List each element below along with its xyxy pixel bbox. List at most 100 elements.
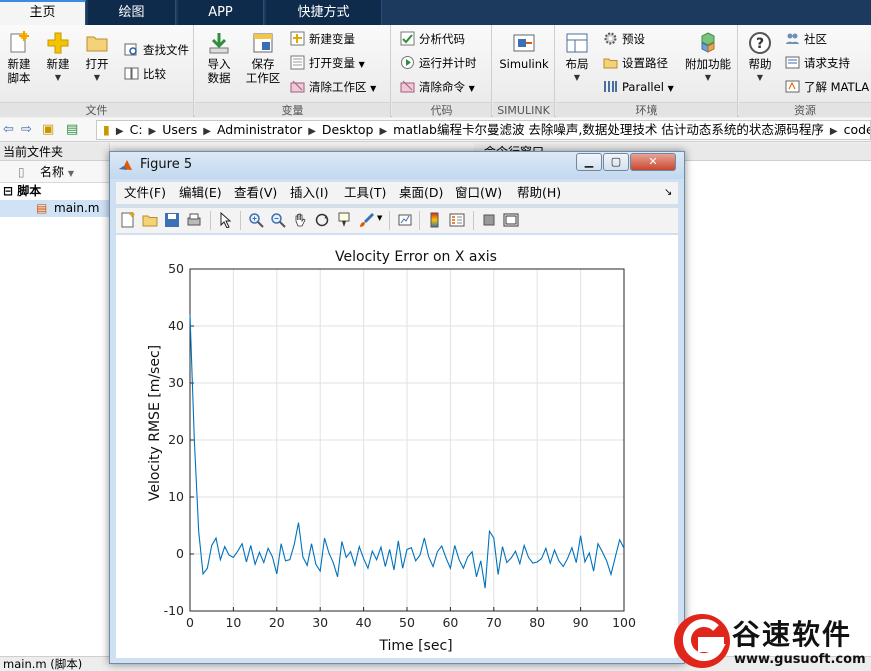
menu-desktop[interactable]: 桌面(D) xyxy=(399,182,443,204)
tab-shortcuts[interactable]: 快捷方式 xyxy=(266,0,382,25)
run-and-time-button[interactable]: 运行并计时 xyxy=(400,53,477,73)
new-script-button[interactable]: 新建 脚本 xyxy=(0,29,38,99)
menu-dock-arrow-icon[interactable]: ↘ xyxy=(664,182,672,204)
column-header-name[interactable]: ▯ 名称 ▼ xyxy=(0,161,109,183)
help-button[interactable]: ? 帮助 ▼ xyxy=(741,29,779,99)
toolbar-divider xyxy=(473,211,474,230)
menu-view[interactable]: 查看(V) xyxy=(234,182,277,204)
clear-commands-button[interactable]: 清除命令 ▼ xyxy=(400,77,475,97)
link-plot-icon[interactable] xyxy=(397,212,413,228)
menu-file[interactable]: 文件(F) xyxy=(124,182,166,204)
tab-home[interactable]: 主页 xyxy=(0,0,86,25)
chevron-down-icon[interactable]: ▼ xyxy=(377,214,382,222)
import-data-button[interactable]: 导入 数据 xyxy=(200,29,238,99)
chevron-down-icon[interactable]: ▼ xyxy=(370,84,376,93)
new-plus-icon xyxy=(47,32,69,54)
preferences-label: 预设 xyxy=(622,32,645,46)
menu-tools[interactable]: 工具(T) xyxy=(344,182,386,204)
breadcrumb[interactable]: ▮ ▶ C: ▶ Users ▶ Administrator ▶ Desktop ▶ matlab编… xyxy=(96,120,871,140)
ribbon-group-label-file: 文件 xyxy=(0,102,193,117)
find-files-button[interactable]: 查找文件 xyxy=(124,40,189,60)
chevron-down-icon[interactable]: ▼ xyxy=(359,60,365,69)
breadcrumb-separator-icon: ▶ xyxy=(308,126,316,137)
chevron-down-icon[interactable]: ▼ xyxy=(668,84,674,93)
analyze-code-button[interactable]: 分析代码 xyxy=(400,29,465,49)
menu-insert[interactable]: 插入(I) xyxy=(290,182,328,204)
up-folder-icon[interactable]: ▣ xyxy=(42,122,54,137)
x-tick-label: 70 xyxy=(486,615,502,630)
simulink-button[interactable]: Simulink xyxy=(499,29,549,99)
list-item[interactable]: ▤ main.m xyxy=(0,200,109,217)
show-plot-tools-icon[interactable] xyxy=(503,212,519,228)
open-variable-button[interactable]: 打开变量 ▼ xyxy=(290,53,365,73)
figure-window[interactable]: Figure 5 ▁ ▢ ✕ 文件(F) 编辑(E) 查看(V) 插入(I) 工… xyxy=(109,151,685,664)
set-path-button[interactable]: 设置路径 xyxy=(603,53,668,73)
breadcrumb-item[interactable]: Users xyxy=(162,122,197,137)
insert-legend-icon[interactable] xyxy=(449,212,465,228)
m-file-icon: ▤ xyxy=(36,201,48,215)
figure-toolbar: ▼ xyxy=(116,207,678,233)
chevron-down-icon: ▼ xyxy=(573,73,581,82)
print-figure-icon[interactable] xyxy=(186,212,202,228)
pan-hand-icon[interactable] xyxy=(292,212,308,228)
breadcrumb-item[interactable]: Administrator xyxy=(217,122,302,137)
minimize-button[interactable]: ▁ xyxy=(576,153,602,171)
watermark-url: www.gusuoft.com xyxy=(734,652,866,667)
save-workspace-button[interactable]: 保存 工作区 xyxy=(241,29,285,99)
new-button[interactable]: 新建 ▼ xyxy=(39,29,77,99)
open-variable-label: 打开变量 xyxy=(309,56,355,70)
y-tick-label: 20 xyxy=(168,432,184,447)
breadcrumb-item[interactable]: code xyxy=(844,122,870,137)
tab-apps[interactable]: APP xyxy=(178,0,264,25)
breadcrumb-separator-icon: ▶ xyxy=(148,126,157,137)
zoom-in-icon[interactable] xyxy=(248,212,264,228)
column-name-label: 名称 xyxy=(40,165,65,179)
tab-plots[interactable]: 绘图 xyxy=(88,0,176,25)
maximize-button[interactable]: ▢ xyxy=(603,153,629,171)
insert-colorbar-icon[interactable] xyxy=(427,212,443,228)
chevron-down-icon[interactable]: ▼ xyxy=(469,84,475,93)
velocity-error-chart[interactable]: 0 10 20 30 40 50 60 70 80 90 100 -1001020304050 Ve… xyxy=(116,235,678,658)
data-cursor-icon[interactable] xyxy=(336,212,352,228)
breadcrumb-item[interactable]: matlab编程卡尔曼滤波 去除噪声,数据处理技术 估计动态系统的状态源码程序 xyxy=(393,122,824,137)
breadcrumb-item[interactable]: C: xyxy=(130,122,143,137)
watermark-g-logo-icon xyxy=(674,614,730,668)
compare-button[interactable]: 比较 xyxy=(124,64,166,84)
tree-group-label: 脚本 xyxy=(17,184,42,198)
new-variable-button[interactable]: 新建变量 xyxy=(290,29,355,49)
close-button[interactable]: ✕ xyxy=(630,153,676,171)
forward-arrow-icon[interactable]: ⇨ xyxy=(21,122,32,137)
open-button[interactable]: 打开 ▼ xyxy=(78,29,116,99)
layout-button[interactable]: 布局 ▼ xyxy=(558,29,596,99)
add-ons-button[interactable]: 附加功能 ▼ xyxy=(682,29,734,99)
community-button[interactable]: 社区 xyxy=(785,29,827,49)
import-data-icon xyxy=(209,33,229,54)
simulink-label: Simulink xyxy=(499,57,549,71)
menu-window[interactable]: 窗口(W) xyxy=(455,182,502,204)
learn-matlab-button[interactable]: 了解 MATLA xyxy=(785,77,869,97)
parallel-button[interactable]: Parallel ▼ xyxy=(603,77,674,97)
request-support-button[interactable]: 请求支持 xyxy=(785,53,850,73)
hide-plot-tools-icon[interactable] xyxy=(481,212,497,228)
rotate-3d-icon[interactable] xyxy=(314,212,330,228)
menu-help[interactable]: 帮助(H) xyxy=(517,182,561,204)
edit-plot-cursor-icon[interactable] xyxy=(218,212,234,228)
preferences-button[interactable]: 预设 xyxy=(603,29,645,49)
menu-edit[interactable]: 编辑(E) xyxy=(179,182,222,204)
save-figure-icon[interactable] xyxy=(164,212,180,228)
ribbon-group-label-variable: 变量 xyxy=(195,102,390,117)
open-file-icon[interactable] xyxy=(142,212,158,228)
breadcrumb-item[interactable]: Desktop xyxy=(322,122,374,137)
current-folder-address-bar: ⇦ ⇨ ▣ ▤ ▮ ▶ C: ▶ Users ▶ Administrator ▶ Desktop… xyxy=(0,118,871,142)
figure-canvas[interactable]: 0 10 20 30 40 50 60 70 80 90 100 -10 0 10 20 30 40 50 Ve… xyxy=(116,235,678,658)
clear-workspace-button[interactable]: 清除工作区 ▼ xyxy=(290,77,376,97)
browse-folder-icon[interactable]: ▤ xyxy=(66,122,78,137)
matlab-desktop: 主页 绘图 APP 快捷方式 新建 脚本 新建 ▼ 打开 ▼ 查找文件 比较 文… xyxy=(0,0,871,671)
zoom-out-icon[interactable] xyxy=(270,212,286,228)
figure-title-bar[interactable]: Figure 5 ▁ ▢ ✕ xyxy=(110,152,684,179)
back-arrow-icon[interactable]: ⇦ xyxy=(3,122,14,137)
tree-group-scripts[interactable]: ⊟ 脚本 xyxy=(0,183,109,200)
collapse-icon[interactable]: ⊟ xyxy=(3,184,13,198)
new-figure-icon[interactable] xyxy=(120,212,136,228)
brush-icon[interactable] xyxy=(358,212,374,228)
